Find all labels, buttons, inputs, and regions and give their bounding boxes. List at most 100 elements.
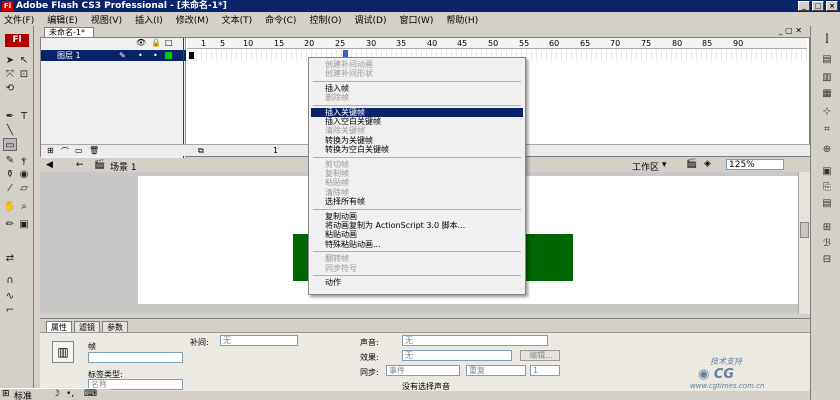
context-menu-item[interactable]: 动作 (311, 278, 523, 287)
layer-name: 图层 1 (57, 51, 81, 60)
tween-select[interactable]: 无 (220, 335, 298, 346)
start-icon[interactable]: ⊞ (2, 389, 10, 399)
smooth-icon[interactable]: ∿ (3, 290, 17, 303)
title-bar: Fl Adobe Flash CS3 Professional - [未命名-1… (0, 0, 840, 12)
panel-collapse-icon[interactable]: ⫿ (820, 34, 834, 46)
ink-bottle-tool-icon[interactable]: ⚱ (3, 168, 17, 181)
context-menu-item[interactable]: 复制动画 (311, 212, 523, 221)
eraser-tool-icon[interactable]: ▱ (17, 182, 31, 195)
fill-color-icon[interactable]: ▣ (17, 218, 31, 231)
back-arrow-icon[interactable]: ← (76, 160, 84, 170)
line-tool-icon[interactable]: ╲ (3, 124, 17, 137)
context-menu-item[interactable]: 粘贴动画 (311, 230, 523, 239)
align-icon[interactable]: ▤ (820, 54, 834, 66)
add-folder-icon[interactable]: ▭ (75, 146, 83, 155)
project-icon[interactable]: ⊞ (820, 222, 834, 234)
eye-icon[interactable]: 👁 (136, 38, 146, 47)
menu-modify[interactable]: 修改(M) (176, 13, 209, 26)
color-icon[interactable]: ▥ (820, 72, 834, 84)
actions-icon[interactable]: ℬ (820, 238, 834, 250)
swatches-icon[interactable]: ▦ (820, 88, 834, 100)
info-icon[interactable]: ⊹ (820, 106, 834, 118)
doc-window-controls[interactable]: _ ▢ ✕ (779, 26, 802, 35)
lock-icon[interactable]: 🔒 (151, 38, 161, 47)
edit-scene-icon[interactable]: 🎬 (686, 159, 697, 169)
stroke-color-icon[interactable]: ✏ (3, 218, 17, 231)
context-menu-item[interactable]: 将动画复制为 ActionScript 3.0 脚本... (311, 221, 523, 230)
sound-select[interactable]: 无 (402, 335, 548, 346)
delete-layer-icon[interactable]: 🗑 (89, 146, 99, 155)
context-menu-item[interactable]: 特殊粘贴动画... (311, 240, 523, 249)
timeline-ruler[interactable]: 1 5 10 15 20 25 30 35 40 45 50 55 60 65 … (187, 38, 807, 49)
swap-colors-icon[interactable]: ⇄ (3, 252, 17, 265)
onion-skin-icon[interactable]: ⧉ (198, 146, 204, 156)
paint-bucket-tool-icon[interactable]: ◉ (17, 168, 31, 181)
frame-name-input[interactable] (88, 352, 183, 363)
context-menu-item[interactable]: 插入空白关键帧 (311, 117, 523, 126)
repeat-select[interactable]: 重复 (466, 365, 526, 376)
punctuation-icon[interactable]: •, (66, 389, 74, 399)
moon-icon[interactable]: ☽ (52, 389, 60, 399)
transform-icon[interactable]: ⌗ (820, 124, 834, 136)
eyedropper-tool-icon[interactable]: ⁄ (3, 182, 17, 195)
context-menu-item: 同步符号 (325, 263, 357, 273)
ime-label[interactable]: 标准 (14, 389, 32, 400)
chevron-down-icon[interactable]: ▾ (662, 160, 667, 170)
menu-help[interactable]: 帮助(H) (446, 13, 478, 26)
context-menu-item: 粘贴帧 (325, 178, 349, 188)
sync-select[interactable]: 事件 (386, 365, 460, 376)
components-icon[interactable]: ⊕ (820, 144, 834, 156)
menu-commands[interactable]: 命令(C) (265, 13, 296, 26)
hand-tool-icon[interactable]: ✋ (3, 200, 17, 213)
zoom-select[interactable]: 125% (726, 159, 784, 170)
minimize-button[interactable]: _ (798, 1, 810, 11)
scroll-thumb[interactable] (800, 222, 809, 238)
add-layer-icon[interactable]: ⊞ (47, 146, 54, 155)
context-menu-item[interactable]: 插入帧 (311, 84, 523, 93)
pencil-tool-icon[interactable]: ✎ (3, 154, 17, 167)
close-button[interactable]: × (826, 1, 838, 11)
free-transform-tool-icon[interactable]: ⤧ (3, 68, 17, 81)
menu-debug[interactable]: 调试(D) (355, 13, 387, 26)
straighten-icon[interactable]: ⌐ (3, 304, 17, 317)
lasso-tool-icon[interactable]: ⟲ (3, 82, 17, 95)
brush-tool-icon[interactable]: ⲯ (17, 154, 31, 167)
zoom-tool-icon[interactable]: ⌕ (17, 200, 31, 213)
keyboard-icon[interactable]: ⌨ (84, 389, 97, 399)
add-motion-guide-icon[interactable]: ⌒ (61, 146, 69, 157)
outline-icon[interactable]: □ (165, 38, 173, 47)
selection-tool-icon[interactable]: ➤ (3, 54, 17, 67)
menu-window[interactable]: 窗口(W) (400, 13, 434, 26)
menu-control[interactable]: 控制(O) (309, 13, 341, 26)
menu-text[interactable]: 文本(T) (222, 13, 253, 26)
library-icon[interactable]: ▣ (820, 166, 834, 178)
subselection-tool-icon[interactable]: ↖ (17, 54, 31, 67)
menu-edit[interactable]: 编辑(E) (47, 13, 78, 26)
rectangle-tool-icon[interactable]: ▭ (3, 138, 17, 151)
playhead[interactable] (183, 38, 184, 158)
edit-button[interactable]: 编辑... (520, 350, 560, 361)
menu-insert[interactable]: 插入(I) (135, 13, 163, 26)
context-menu-item[interactable]: 插入关键帧 (311, 107, 523, 117)
vertical-scrollbar[interactable] (798, 172, 810, 314)
edit-symbols-icon[interactable]: ◈ (704, 159, 711, 169)
snap-to-objects-icon[interactable]: ∩ (3, 274, 17, 287)
menu-view[interactable]: 视图(V) (91, 13, 122, 26)
effect-select[interactable]: 无 (402, 350, 512, 361)
document-tab[interactable]: 未命名-1* (44, 27, 94, 37)
pen-tool-icon[interactable]: ✒ (3, 110, 17, 123)
keyframe[interactable] (189, 52, 194, 59)
menu-file[interactable]: 文件(F) (4, 13, 34, 26)
text-tool-icon[interactable]: T (17, 110, 31, 123)
context-menu-item[interactable]: 转换为关键帧 (311, 136, 523, 145)
context-menu-item[interactable]: 选择所有帧 (311, 197, 523, 206)
maximize-button[interactable]: □ (812, 1, 824, 11)
behaviors-icon[interactable]: ⊟ (820, 254, 834, 266)
gradient-transform-tool-icon[interactable]: ⊡ (17, 68, 31, 81)
output-icon[interactable]: ▤ (820, 198, 834, 210)
context-menu-item[interactable]: 转换为空白关键帧 (311, 145, 523, 154)
movie-explorer-icon[interactable]: ⎘ (820, 182, 834, 194)
layer-row[interactable]: 图层 1 ✎ • • (41, 50, 186, 61)
repeat-count-input[interactable]: 1 (530, 365, 560, 376)
back-icon[interactable]: ◀ (46, 160, 53, 170)
